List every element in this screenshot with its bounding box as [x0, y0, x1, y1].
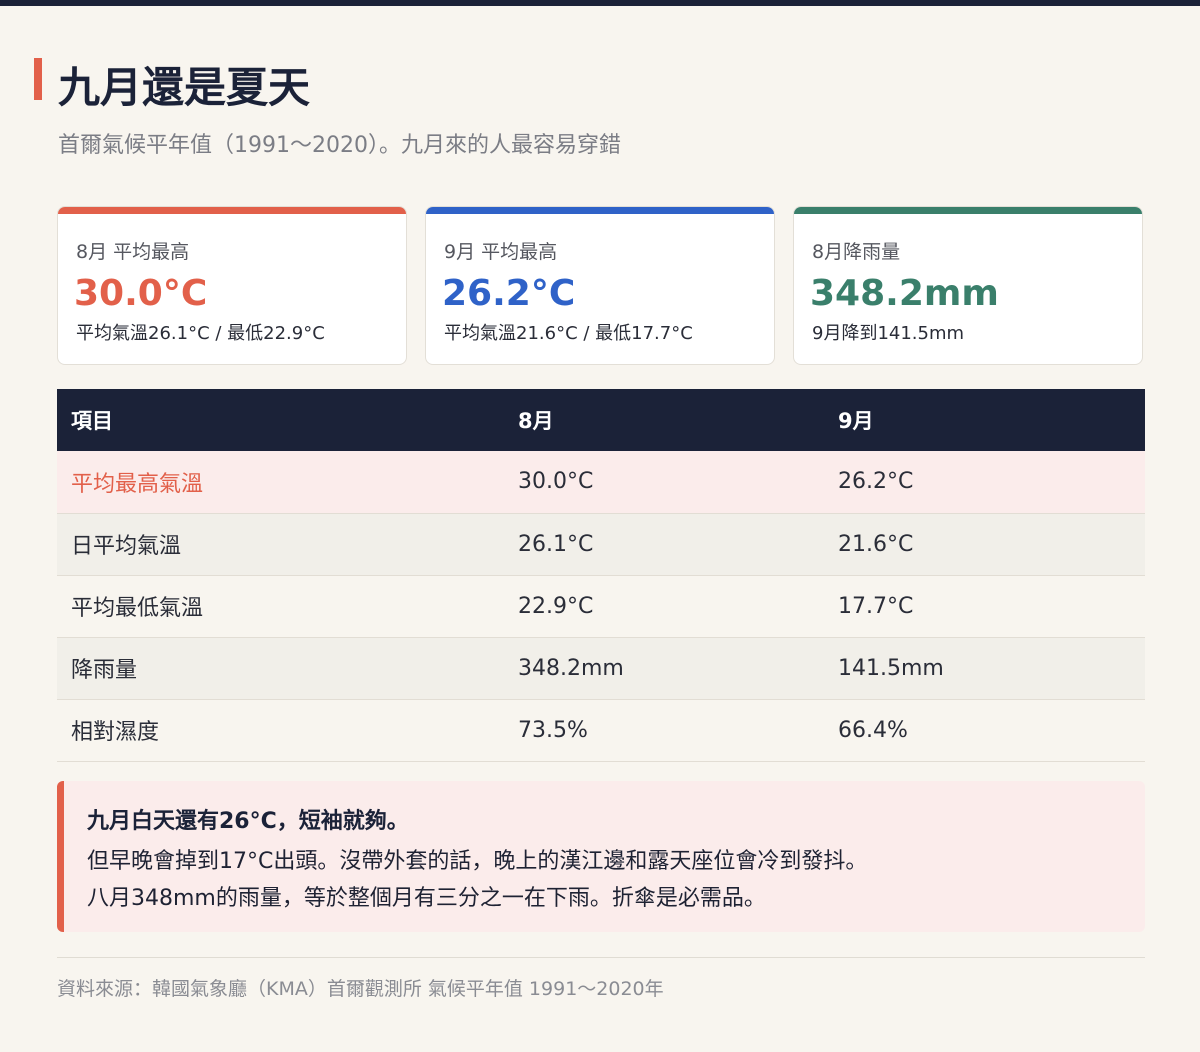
table-header-row: 項目 8月 9月 — [57, 389, 1145, 451]
column-header-aug: 8月 — [504, 389, 824, 451]
row-label: 平均最低氣溫 — [57, 575, 504, 638]
card-value: 26.2°C — [442, 273, 576, 314]
aug-value: 26.1°C — [504, 513, 824, 576]
card-label: 8月 平均最高 — [76, 241, 190, 263]
column-header-item: 項目 — [57, 389, 504, 451]
infographic-page: 九月還是夏天 首爾氣候平年值（1991～2020）。九月來的人最容易穿錯 8月 … — [0, 0, 1200, 1052]
page-subtitle: 首爾氣候平年值（1991～2020）。九月來的人最容易穿錯 — [58, 133, 621, 158]
title-accent-mark — [34, 58, 42, 100]
top-accent-bar — [0, 0, 1200, 6]
card-color-bar — [794, 207, 1142, 214]
row-label: 相對濕度 — [57, 699, 504, 762]
table-row: 平均最低氣溫 22.9°C 17.7°C — [57, 575, 1145, 638]
card-value: 348.2mm — [810, 273, 999, 314]
card-label: 8月降雨量 — [812, 241, 901, 263]
footer-divider — [57, 957, 1145, 958]
stat-card-sep-high: 9月 平均最高 26.2°C 平均氣溫21.6°C / 最低17.7°C — [425, 206, 775, 365]
callout-text-line: 但早晚會掉到17°C出頭。沒帶外套的話，晚上的漢江邊和露天座位會冷到發抖。 — [87, 849, 868, 874]
climate-comparison-table: 項目 8月 9月 平均最高氣溫 30.0°C 26.2°C 日平均氣溫 26.1… — [57, 389, 1145, 762]
aug-value: 30.0°C — [504, 451, 824, 514]
card-color-bar — [426, 207, 774, 214]
data-source-note: 資料來源：韓國氣象廳（KMA）首爾觀測所 氣候平年值 1991～2020年 — [57, 978, 664, 1000]
stat-card-aug-high: 8月 平均最高 30.0°C 平均氣溫26.1°C / 最低22.9°C — [57, 206, 407, 365]
column-header-sep: 9月 — [824, 389, 1145, 451]
aug-value: 73.5% — [504, 699, 824, 762]
row-label: 日平均氣溫 — [57, 513, 504, 576]
table-row: 日平均氣溫 26.1°C 21.6°C — [57, 513, 1145, 576]
aug-value: 22.9°C — [504, 575, 824, 638]
sep-value: 17.7°C — [824, 575, 1145, 638]
table-row: 相對濕度 73.5% 66.4% — [57, 699, 1145, 762]
card-note: 平均氣溫26.1°C / 最低22.9°C — [76, 323, 325, 344]
callout-headline: 九月白天還有26°C，短袖就夠。 — [87, 809, 409, 834]
row-label: 降雨量 — [57, 637, 504, 700]
sep-value: 141.5mm — [824, 637, 1145, 700]
card-label: 9月 平均最高 — [444, 241, 558, 263]
card-value: 30.0°C — [74, 273, 208, 314]
callout-accent-bar — [57, 781, 64, 932]
sep-value: 21.6°C — [824, 513, 1145, 576]
page-title: 九月還是夏天 — [58, 63, 311, 112]
card-color-bar — [58, 207, 406, 214]
sep-value: 26.2°C — [824, 451, 1145, 514]
table-row: 降雨量 348.2mm 141.5mm — [57, 637, 1145, 700]
stat-card-aug-rain: 8月降雨量 348.2mm 9月降到141.5mm — [793, 206, 1143, 365]
table-row: 平均最高氣溫 30.0°C 26.2°C — [57, 451, 1145, 514]
advice-callout: 九月白天還有26°C，短袖就夠。 但早晚會掉到17°C出頭。沒帶外套的話，晚上的… — [57, 781, 1145, 932]
row-label: 平均最高氣溫 — [57, 451, 504, 514]
callout-text-line: 八月348mm的雨量，等於整個月有三分之一在下雨。折傘是必需品。 — [87, 886, 766, 911]
card-note: 9月降到141.5mm — [812, 323, 965, 344]
aug-value: 348.2mm — [504, 637, 824, 700]
sep-value: 66.4% — [824, 699, 1145, 762]
card-note: 平均氣溫21.6°C / 最低17.7°C — [444, 323, 693, 344]
